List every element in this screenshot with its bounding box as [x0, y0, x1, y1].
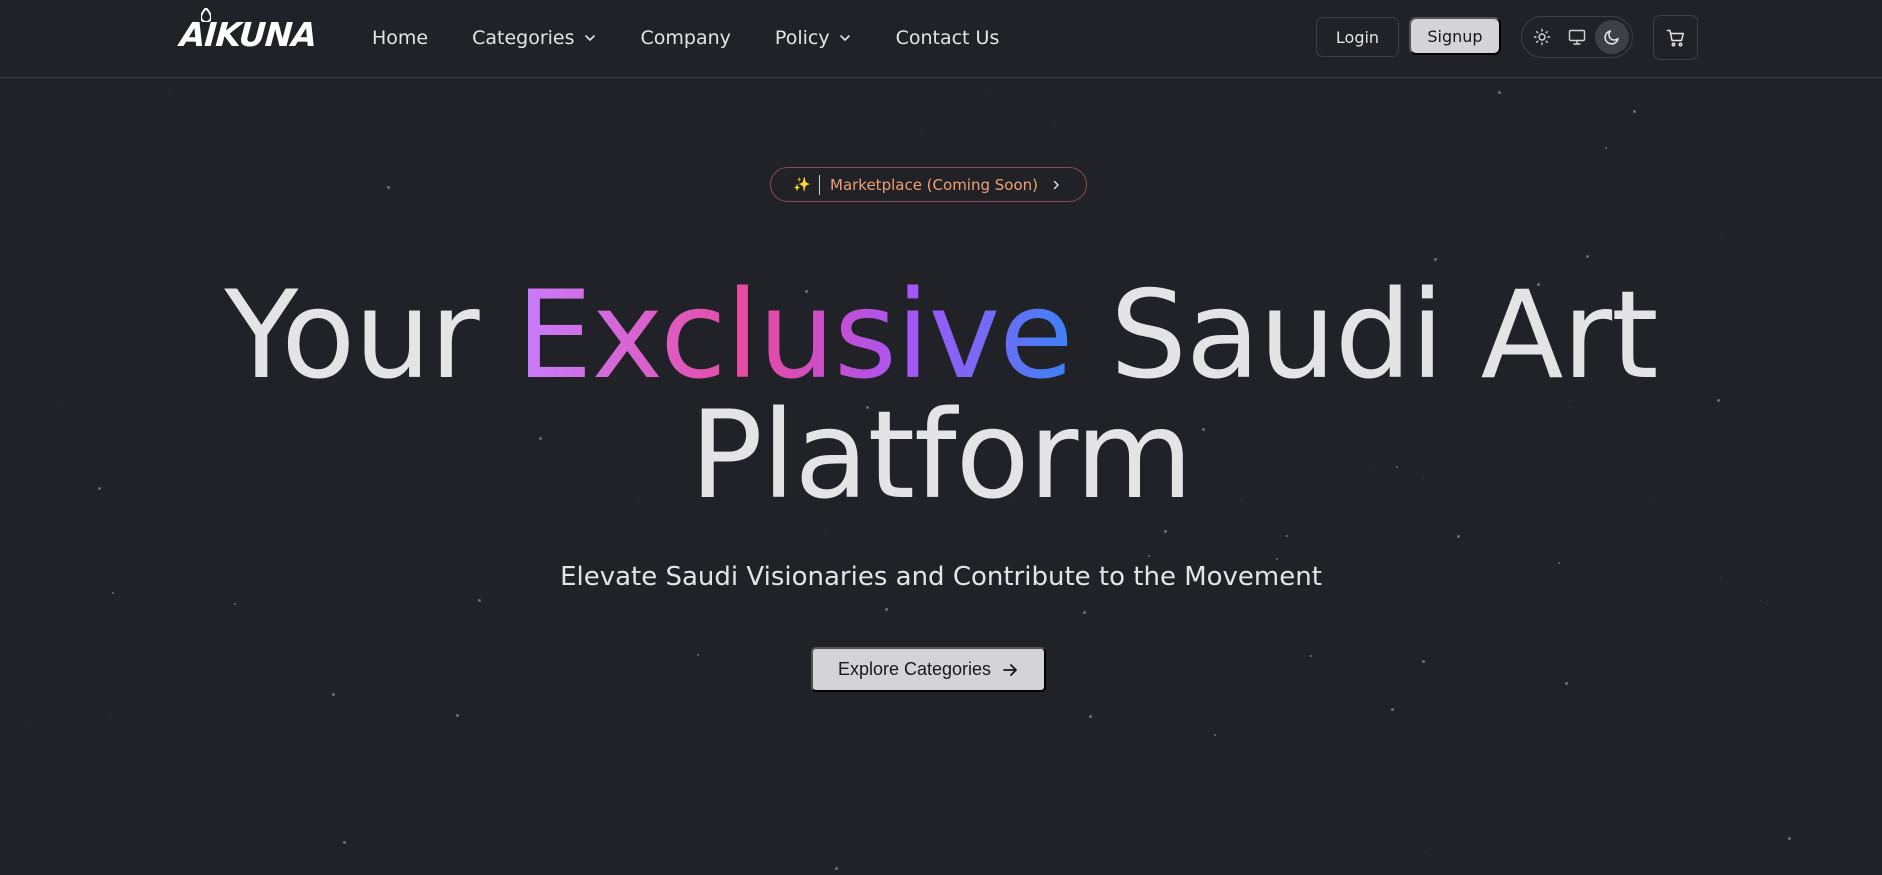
monitor-icon — [1568, 29, 1586, 45]
star-dot — [1286, 535, 1288, 537]
theme-dark-button[interactable] — [1594, 20, 1629, 54]
star-dot — [332, 693, 335, 696]
badge-divider — [819, 174, 820, 195]
star-dot — [987, 95, 988, 96]
headline-after: Saudi Art — [1110, 265, 1658, 406]
star-dot — [478, 599, 481, 602]
nav-categories-label: Categories — [472, 27, 575, 49]
nav-home-label: Home — [372, 27, 429, 49]
sun-icon — [1534, 28, 1551, 46]
star-dot — [1422, 660, 1425, 663]
hero-headline: Your Exclusive Saudi Art Platform — [0, 275, 1882, 516]
headline-line2: Platform — [689, 385, 1193, 526]
star-dot — [1586, 255, 1589, 258]
star-dot — [343, 841, 346, 844]
star-dot — [1054, 120, 1055, 121]
star-dot — [1276, 558, 1278, 560]
login-button[interactable]: Login — [1316, 17, 1399, 57]
star-dot — [1498, 91, 1501, 94]
star-dot — [456, 714, 459, 717]
chevron-right-icon — [1053, 180, 1059, 189]
star-dot — [1214, 734, 1216, 736]
nav-contact[interactable]: Contact Us — [896, 27, 1000, 49]
cta-label: Explore Categories — [837, 659, 992, 679]
main-nav: Home Categories Company Policy Contact U… — [372, 0, 1043, 76]
site-header: AIKUNA Home Categories Company Policy Co… — [0, 0, 1882, 78]
arrow-right-icon — [1003, 663, 1017, 676]
star-dot — [1391, 708, 1394, 711]
logo-text: AIKUNA — [178, 15, 318, 54]
nav-company[interactable]: Company — [641, 27, 731, 49]
star-dot — [28, 727, 29, 728]
star-dot — [387, 186, 390, 189]
star-dot — [1083, 611, 1086, 614]
nav-home[interactable]: Home — [372, 27, 428, 49]
cart-button[interactable] — [1653, 15, 1698, 60]
theme-switcher — [1521, 16, 1633, 58]
moon-icon — [1604, 30, 1619, 45]
star-dot — [110, 712, 111, 713]
star-dot — [1633, 110, 1636, 113]
star-dot — [1760, 600, 1761, 601]
star-dot — [826, 530, 827, 531]
star-dot — [234, 603, 236, 605]
chevron-down-icon — [584, 35, 595, 41]
nav-contact-label: Contact Us — [895, 27, 1000, 49]
nav-company-label: Company — [640, 27, 731, 49]
theme-light-button[interactable] — [1525, 20, 1559, 54]
chevron-down-icon — [839, 35, 850, 41]
star-dot — [1148, 555, 1150, 557]
star-dot — [1434, 258, 1437, 261]
star-dot — [835, 867, 838, 870]
star-dot — [112, 592, 114, 594]
nav-policy-label: Policy — [774, 27, 830, 49]
sparkles-icon: ✨ — [793, 176, 811, 193]
cart-icon — [1666, 29, 1684, 46]
headline-before: Your — [224, 265, 479, 406]
badge-text: Marketplace (Coming Soon) — [830, 175, 1039, 194]
star-dot — [168, 94, 169, 95]
star-dot — [1457, 535, 1460, 538]
star-dot — [1089, 715, 1092, 718]
nav-policy[interactable]: Policy — [775, 27, 852, 49]
star-dot — [1565, 682, 1568, 685]
theme-system-button[interactable] — [1560, 20, 1594, 54]
signup-button[interactable]: Signup — [1409, 17, 1501, 55]
hero-subtitle: Elevate Saudi Visionaries and Contribute… — [560, 562, 1322, 592]
star-dot — [1788, 837, 1791, 840]
explore-categories-button[interactable]: Explore Categories — [811, 647, 1046, 692]
nav-categories[interactable]: Categories — [472, 27, 596, 49]
star-dot — [1720, 233, 1721, 234]
star-dot — [1310, 655, 1312, 657]
star-dot — [1164, 530, 1167, 533]
star-dot — [697, 654, 699, 656]
logo[interactable]: AIKUNA — [178, 8, 318, 54]
star-dot — [885, 608, 888, 611]
star-dot — [922, 133, 923, 134]
marketplace-badge[interactable]: ✨ Marketplace (Coming Soon) — [770, 167, 1087, 202]
star-dot — [1605, 147, 1607, 149]
star-dot — [1425, 851, 1426, 852]
